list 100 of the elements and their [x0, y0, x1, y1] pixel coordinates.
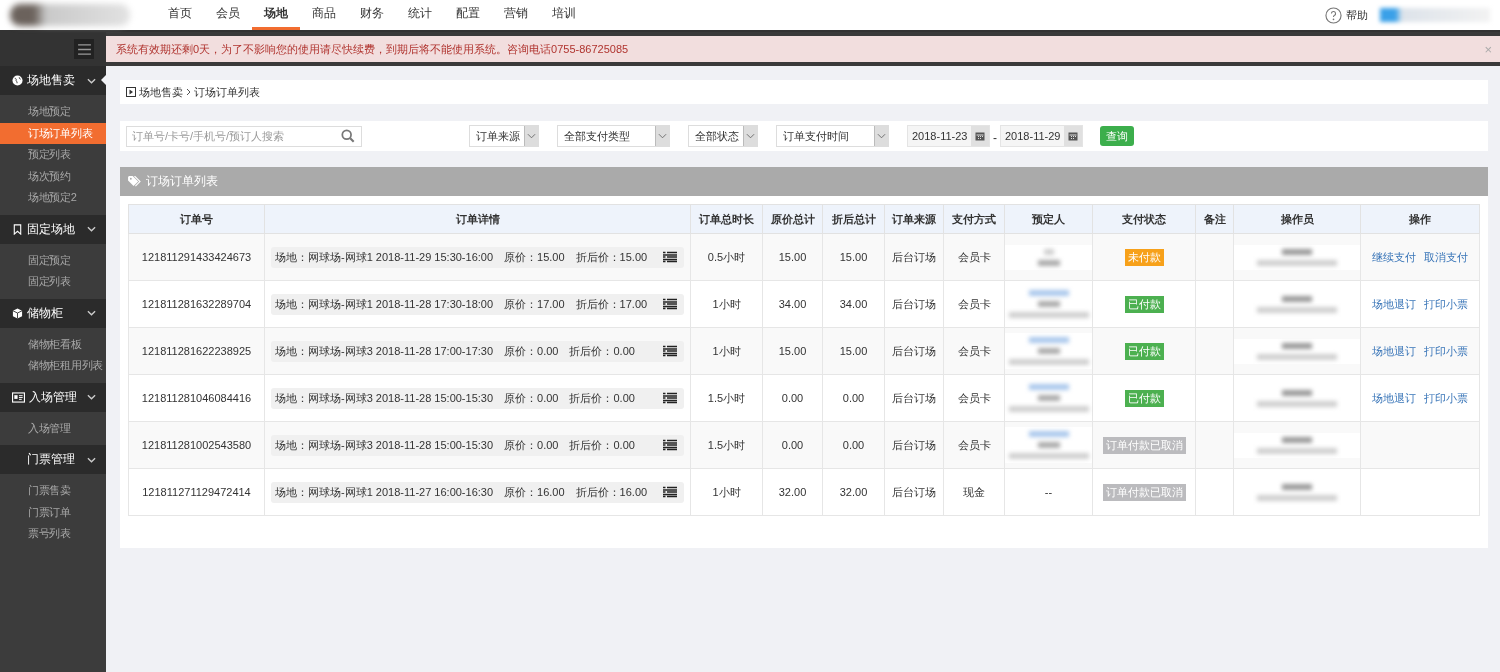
status-badge: 已付款	[1124, 389, 1164, 407]
dropdown-toggle[interactable]	[655, 126, 669, 146]
action-link[interactable]: 打印小票	[1424, 344, 1468, 357]
price-text: 原价：0.00	[504, 390, 559, 406]
table-cell: 0.5小时	[690, 233, 763, 281]
sidebar-item[interactable]: 门票售卖	[0, 480, 106, 502]
column-header: 原价总计	[762, 204, 823, 234]
panel-title: 订场订单列表	[146, 173, 218, 190]
table-cell: 后台订场	[884, 233, 944, 281]
sidebar-item[interactable]: 门票订单	[0, 501, 106, 523]
sidebar-group-label: 固定场地	[27, 220, 75, 238]
sidebar-group[interactable]: 储物柜	[0, 298, 106, 328]
search-icon[interactable]	[341, 129, 355, 143]
column-header: 操作员	[1233, 204, 1361, 234]
list-icon[interactable]	[663, 251, 677, 263]
status-badge: 订单付款已取消	[1102, 436, 1186, 454]
sidebar-item[interactable]: 入场管理	[0, 417, 106, 439]
date-field[interactable]: 2018-11-29	[1000, 125, 1083, 147]
column-header: 备注	[1195, 204, 1234, 234]
table-cell: 会员卡	[943, 374, 1005, 422]
table-cell: 后台订场	[884, 280, 944, 328]
column-header: 预定人	[1004, 204, 1093, 234]
nav-tab[interactable]: 统计	[396, 0, 444, 30]
venue-text: 场地：网球场-网球1 2018-11-27 16:00-16:30	[275, 484, 494, 500]
action-link[interactable]: 取消支付	[1424, 250, 1468, 263]
table-cell: 会员卡	[943, 280, 1005, 328]
cube-icon	[12, 307, 23, 319]
sidebar-group[interactable]: 入场管理	[0, 382, 106, 412]
filter-dropdown[interactable]: 全部支付类型	[557, 125, 670, 147]
search-field[interactable]: 订单号/卡号/手机号/预订人搜索	[126, 125, 362, 147]
sidebar-item[interactable]: 场次预约	[0, 165, 106, 187]
column-header: 操作	[1360, 204, 1480, 234]
sidebar-item[interactable]: 储物柜租用列表	[0, 355, 106, 377]
sidebar-item[interactable]: 储物柜看板	[0, 333, 106, 355]
action-link[interactable]: 打印小票	[1424, 391, 1468, 404]
discount-price-text: 折后价：15.00	[575, 249, 648, 265]
table-cell: 1.5小时	[690, 421, 763, 469]
table-cell: 121811291433424673	[128, 233, 265, 281]
sidebar-group[interactable]: 固定场地	[0, 214, 106, 244]
list-icon[interactable]	[663, 392, 677, 404]
nav-tab[interactable]: 配置	[444, 0, 492, 30]
list-icon[interactable]	[663, 486, 677, 498]
caret-icon	[877, 133, 886, 139]
action-link[interactable]: 继续支付	[1372, 250, 1416, 263]
action-link[interactable]: 场地退订	[1372, 297, 1416, 310]
table-cell: 121811281002543580	[128, 421, 265, 469]
sidebar-item[interactable]: 票号列表	[0, 523, 106, 545]
status-badge: 订单付款已取消	[1102, 483, 1186, 501]
list-icon[interactable]	[663, 345, 677, 357]
list-icon[interactable]	[663, 298, 677, 310]
nav-tab[interactable]: 营销	[492, 0, 540, 30]
filter-dropdown[interactable]: 全部状态	[688, 125, 758, 147]
breadcrumb-item[interactable]: 订场订单列表	[194, 84, 260, 100]
filter-dropdown[interactable]: 订单来源	[469, 125, 539, 147]
breadcrumb-item[interactable]: 场地售卖	[139, 84, 183, 100]
alert-message: 系统有效期还剩0天，为了不影响您的使用请尽快续费，到期后将不能使用系统。咨询电话0755-86725085	[116, 41, 629, 57]
nav-tab[interactable]: 首页	[156, 0, 204, 30]
play-square-icon	[126, 87, 136, 97]
calendar-button[interactable]	[971, 126, 989, 146]
table-cell: 后台订场	[884, 421, 944, 469]
table-cell: 15.00	[822, 233, 885, 281]
sidebar-item[interactable]: 固定预定	[0, 249, 106, 271]
list-icon[interactable]	[663, 439, 677, 451]
help-icon[interactable]	[1325, 6, 1342, 24]
discount-price-text: 折后价：0.00	[569, 343, 635, 359]
table-cell: 121811271129472414	[128, 468, 265, 516]
table-cell: 会员卡	[943, 421, 1005, 469]
table-cell: 0.00	[822, 374, 885, 422]
dropdown-toggle[interactable]	[743, 126, 757, 146]
action-link[interactable]: 场地退订	[1372, 344, 1416, 357]
venue-text: 场地：网球场-网球1 2018-11-29 15:30-16:00	[275, 249, 494, 265]
column-header: 订单总时长	[690, 204, 763, 234]
help-link[interactable]: 帮助	[1346, 7, 1368, 23]
nav-tab[interactable]: 培训	[540, 0, 588, 30]
table-cell: 121811281622238925	[128, 327, 265, 375]
sidebar-item[interactable]: 场地预定	[0, 101, 106, 123]
column-header: 订单号	[128, 204, 265, 234]
calendar-icon	[1068, 131, 1078, 141]
nav-tab[interactable]: 会员	[204, 0, 252, 30]
sidebar-item[interactable]: 场地预定2	[0, 187, 106, 209]
date-field[interactable]: 2018-11-23	[907, 125, 990, 147]
chevron-icon	[87, 310, 96, 316]
filter-dropdown[interactable]: 订单支付时间	[776, 125, 889, 147]
sidebar-item[interactable]: 固定列表	[0, 271, 106, 293]
nav-tab[interactable]: 商品	[300, 0, 348, 30]
action-link[interactable]: 场地退订	[1372, 391, 1416, 404]
action-link[interactable]: 打印小票	[1424, 297, 1468, 310]
sidebar-item[interactable]: 预定列表	[0, 144, 106, 166]
table-cell: 121811281046084416	[128, 374, 265, 422]
sidebar-group[interactable]: 门票管理	[0, 445, 106, 474]
nav-tab[interactable]: 财务	[348, 0, 396, 30]
calendar-button[interactable]	[1064, 126, 1082, 146]
table-cell: 1小时	[690, 468, 763, 516]
dropdown-toggle[interactable]	[874, 126, 888, 146]
calendar-icon	[975, 131, 985, 141]
bookmark-icon	[12, 223, 23, 235]
table-cell: 15.00	[762, 233, 823, 281]
dropdown-toggle[interactable]	[524, 126, 538, 146]
user-redacted[interactable]	[1380, 8, 1490, 22]
sidebar-group[interactable]: 场地售卖	[0, 66, 106, 95]
